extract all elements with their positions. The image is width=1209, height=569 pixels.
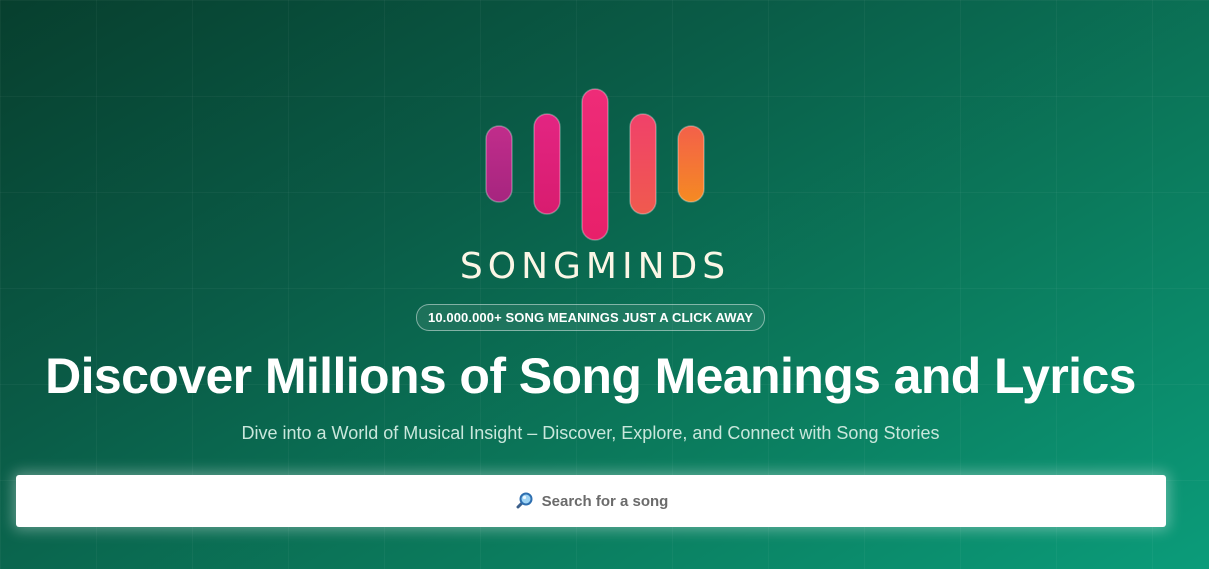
logo-bar-4 [629, 113, 657, 215]
brand-wordmark: SONGMINDS [459, 246, 731, 287]
meanings-count-badge: 10.000.000+ SONG MEANINGS JUST A CLICK A… [416, 304, 765, 331]
song-search-bar[interactable]: Search for a song [16, 475, 1166, 527]
page-subheadline: Dive into a World of Musical Insight – D… [241, 423, 940, 443]
search-placeholder: Search for a song [541, 492, 669, 510]
page-headline: Discover Millions of Song Meanings and L… [45, 348, 1136, 404]
logo-bar-1 [485, 125, 513, 203]
songminds-logo-icon [485, 88, 705, 241]
badge-container: 10.000.000+ SONG MEANINGS JUST A CLICK A… [0, 304, 1181, 331]
magnifying-glass-icon [514, 491, 534, 511]
logo-bar-3 [581, 88, 609, 241]
logo-bar-5 [677, 125, 705, 203]
logo-bar-2 [533, 113, 561, 215]
